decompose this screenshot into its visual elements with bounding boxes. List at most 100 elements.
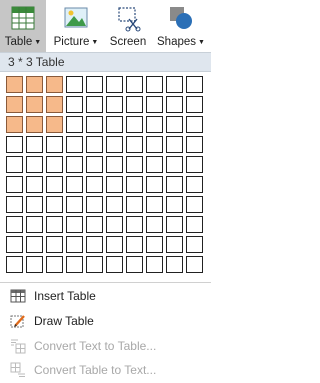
grid-cell[interactable] xyxy=(166,236,183,253)
grid-cell[interactable] xyxy=(166,96,183,113)
grid-cell[interactable] xyxy=(6,216,23,233)
grid-cell[interactable] xyxy=(66,116,83,133)
grid-cell[interactable] xyxy=(86,96,103,113)
grid-cell[interactable] xyxy=(26,176,43,193)
grid-cell[interactable] xyxy=(6,236,23,253)
picture-button[interactable]: Picture ▼ xyxy=(52,0,100,52)
grid-cell[interactable] xyxy=(86,176,103,193)
grid-cell[interactable] xyxy=(6,116,23,133)
convert-text-to-table-item[interactable]: Convert Text to Table... xyxy=(0,334,211,358)
grid-cell[interactable] xyxy=(146,256,163,273)
draw-table-item[interactable]: Draw Table xyxy=(0,309,211,333)
grid-cell[interactable] xyxy=(6,196,23,213)
grid-cell[interactable] xyxy=(106,76,123,93)
grid-cell[interactable] xyxy=(26,196,43,213)
grid-cell[interactable] xyxy=(166,116,183,133)
grid-cell[interactable] xyxy=(26,156,43,173)
table-picker-grid[interactable] xyxy=(6,76,206,276)
grid-cell[interactable] xyxy=(126,76,143,93)
grid-cell[interactable] xyxy=(146,176,163,193)
grid-cell[interactable] xyxy=(66,136,83,153)
grid-cell[interactable] xyxy=(66,216,83,233)
grid-cell[interactable] xyxy=(146,236,163,253)
grid-cell[interactable] xyxy=(146,116,163,133)
grid-cell[interactable] xyxy=(26,76,43,93)
grid-cell[interactable] xyxy=(126,96,143,113)
grid-cell[interactable] xyxy=(46,76,63,93)
grid-cell[interactable] xyxy=(66,176,83,193)
grid-cell[interactable] xyxy=(186,256,203,273)
grid-cell[interactable] xyxy=(6,76,23,93)
grid-cell[interactable] xyxy=(86,216,103,233)
grid-cell[interactable] xyxy=(86,136,103,153)
grid-cell[interactable] xyxy=(106,196,123,213)
grid-cell[interactable] xyxy=(126,236,143,253)
grid-cell[interactable] xyxy=(66,236,83,253)
grid-cell[interactable] xyxy=(26,96,43,113)
grid-cell[interactable] xyxy=(166,256,183,273)
grid-cell[interactable] xyxy=(186,216,203,233)
grid-cell[interactable] xyxy=(86,256,103,273)
table-button[interactable]: Table ▼ xyxy=(0,0,46,52)
grid-cell[interactable] xyxy=(46,176,63,193)
grid-cell[interactable] xyxy=(6,156,23,173)
grid-cell[interactable] xyxy=(106,156,123,173)
grid-cell[interactable] xyxy=(106,236,123,253)
grid-cell[interactable] xyxy=(26,116,43,133)
grid-cell[interactable] xyxy=(146,96,163,113)
grid-cell[interactable] xyxy=(186,96,203,113)
grid-cell[interactable] xyxy=(186,176,203,193)
grid-cell[interactable] xyxy=(186,116,203,133)
grid-cell[interactable] xyxy=(146,136,163,153)
grid-cell[interactable] xyxy=(46,216,63,233)
grid-cell[interactable] xyxy=(86,76,103,93)
grid-cell[interactable] xyxy=(26,216,43,233)
grid-cell[interactable] xyxy=(126,156,143,173)
grid-cell[interactable] xyxy=(186,156,203,173)
grid-cell[interactable] xyxy=(6,136,23,153)
grid-cell[interactable] xyxy=(106,116,123,133)
grid-cell[interactable] xyxy=(126,216,143,233)
grid-cell[interactable] xyxy=(166,176,183,193)
grid-cell[interactable] xyxy=(46,196,63,213)
grid-cell[interactable] xyxy=(66,196,83,213)
grid-cell[interactable] xyxy=(186,196,203,213)
grid-cell[interactable] xyxy=(66,96,83,113)
convert-table-to-text-item[interactable]: Convert Table to Text... xyxy=(0,358,211,382)
grid-cell[interactable] xyxy=(46,236,63,253)
insert-table-item[interactable]: Insert Table xyxy=(0,284,211,308)
grid-cell[interactable] xyxy=(86,196,103,213)
grid-cell[interactable] xyxy=(26,136,43,153)
grid-cell[interactable] xyxy=(126,256,143,273)
grid-cell[interactable] xyxy=(46,96,63,113)
grid-cell[interactable] xyxy=(146,76,163,93)
grid-cell[interactable] xyxy=(106,96,123,113)
grid-cell[interactable] xyxy=(86,116,103,133)
grid-cell[interactable] xyxy=(166,216,183,233)
grid-cell[interactable] xyxy=(106,256,123,273)
grid-cell[interactable] xyxy=(146,156,163,173)
grid-cell[interactable] xyxy=(106,136,123,153)
grid-cell[interactable] xyxy=(146,216,163,233)
grid-cell[interactable] xyxy=(186,136,203,153)
grid-cell[interactable] xyxy=(26,236,43,253)
grid-cell[interactable] xyxy=(126,176,143,193)
grid-cell[interactable] xyxy=(126,116,143,133)
grid-cell[interactable] xyxy=(66,76,83,93)
grid-cell[interactable] xyxy=(166,76,183,93)
grid-cell[interactable] xyxy=(106,176,123,193)
grid-cell[interactable] xyxy=(86,236,103,253)
grid-cell[interactable] xyxy=(46,116,63,133)
grid-cell[interactable] xyxy=(146,196,163,213)
grid-cell[interactable] xyxy=(126,196,143,213)
grid-cell[interactable] xyxy=(46,136,63,153)
grid-cell[interactable] xyxy=(106,216,123,233)
grid-cell[interactable] xyxy=(26,256,43,273)
grid-cell[interactable] xyxy=(186,76,203,93)
grid-cell[interactable] xyxy=(186,236,203,253)
screen-clip-button[interactable]: Screen xyxy=(104,0,152,52)
grid-cell[interactable] xyxy=(126,136,143,153)
grid-cell[interactable] xyxy=(166,156,183,173)
grid-cell[interactable] xyxy=(66,256,83,273)
grid-cell[interactable] xyxy=(46,156,63,173)
